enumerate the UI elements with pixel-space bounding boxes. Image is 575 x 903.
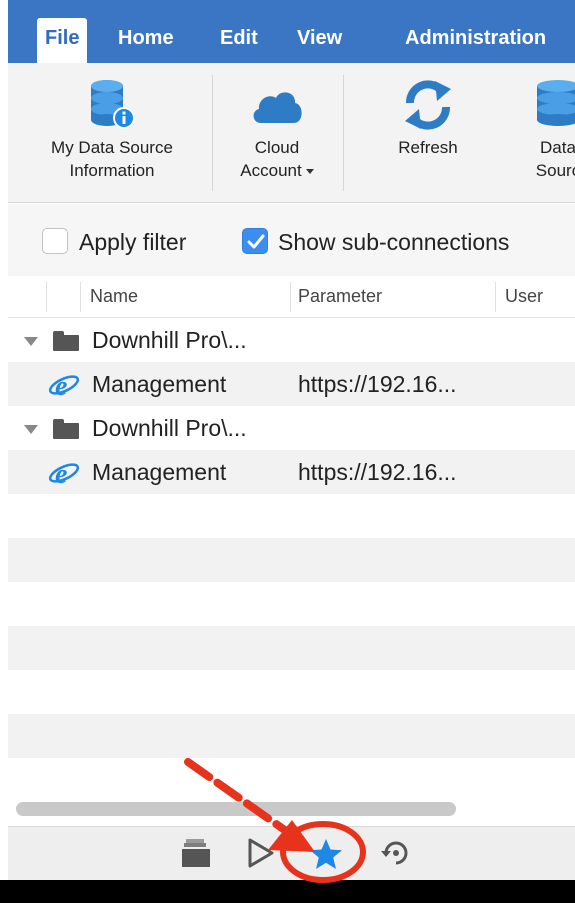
app-window: File Home Edit View Administration My Da… [8,0,575,880]
svg-text:e: e [55,371,67,400]
show-sub-connections-label[interactable]: Show sub-connections [278,228,509,256]
empty-row [8,758,575,802]
row-parameter: https://192.16... [298,371,457,397]
ribbon-separator [212,75,213,191]
svg-text:e: e [55,459,67,488]
my-data-source-info-label: My Data Source Information [51,138,173,180]
tree-row-session[interactable]: e Management https://192.16... [8,450,575,494]
refresh-icon [405,80,451,130]
empty-row [8,538,575,582]
database-icon [537,80,575,126]
tree-row-session[interactable]: e Management https://192.16... [8,362,575,406]
row-name: Management [92,459,227,485]
row-name: Downhill Pro\... [92,415,247,441]
refresh-label: Refresh [398,138,458,157]
column-user[interactable]: User [505,286,543,307]
row-name: Downhill Pro\... [92,327,247,353]
web-browser-icon: e [48,371,80,400]
column-divider [46,282,47,312]
tab-administration[interactable]: Administration [405,24,546,52]
tab-view[interactable]: View [297,24,342,52]
empty-row [8,626,575,670]
documents-icon[interactable] [182,837,212,869]
apply-filter-checkbox[interactable] [42,228,68,254]
database-info-icon [91,80,135,129]
bottom-toolbar [8,826,575,880]
column-divider[interactable] [290,282,291,312]
expand-triangle-icon[interactable] [24,425,38,434]
folder-icon [53,331,79,351]
folder-icon [53,419,79,439]
play-icon[interactable] [246,837,276,869]
ribbon-separator [343,75,344,191]
cloud-icon [253,92,302,123]
cloud-account-label: Cloud Account [222,136,332,182]
cloud-account-button[interactable]: Cloud Account [222,63,332,203]
column-parameter[interactable]: Parameter [298,286,382,307]
checkmark-icon [247,234,265,249]
ribbon-toolbar: My Data Source Information Cloud Account [8,63,575,203]
tab-file[interactable]: File [37,18,88,63]
column-divider[interactable] [495,282,496,312]
screen-bottom-edge [0,880,575,903]
column-header: Name Parameter User [8,276,575,318]
refresh-button[interactable]: Refresh [368,63,488,203]
horizontal-scrollbar[interactable] [16,802,456,816]
row-name: Management [92,371,227,397]
empty-row [8,670,575,714]
data-source-button[interactable]: Data Sourc [508,63,575,203]
my-data-source-info-button[interactable]: My Data Source Information [23,63,201,203]
empty-row [8,494,575,538]
favorites-star-icon[interactable] [308,837,344,871]
tab-edit[interactable]: Edit [220,24,258,52]
empty-row [8,582,575,626]
column-divider [80,282,81,312]
web-browser-icon: e [48,459,80,488]
data-source-label: Data Sourc [535,138,575,180]
row-parameter: https://192.16... [298,459,457,485]
column-name[interactable]: Name [90,286,138,307]
expand-triangle-icon[interactable] [24,337,38,346]
history-icon[interactable] [380,837,412,869]
tree-row-folder[interactable]: Downhill Pro\... [8,406,575,450]
menu-bar: File Home Edit View Administration [8,0,575,63]
show-sub-connections-checkbox[interactable] [242,228,268,254]
filter-bar: Apply filter Show sub-connections [8,204,575,276]
chevron-down-icon [305,169,314,175]
empty-row [8,714,575,758]
apply-filter-label[interactable]: Apply filter [79,228,186,256]
tree-row-folder[interactable]: Downhill Pro\... [8,318,575,362]
tab-home[interactable]: Home [118,24,174,52]
